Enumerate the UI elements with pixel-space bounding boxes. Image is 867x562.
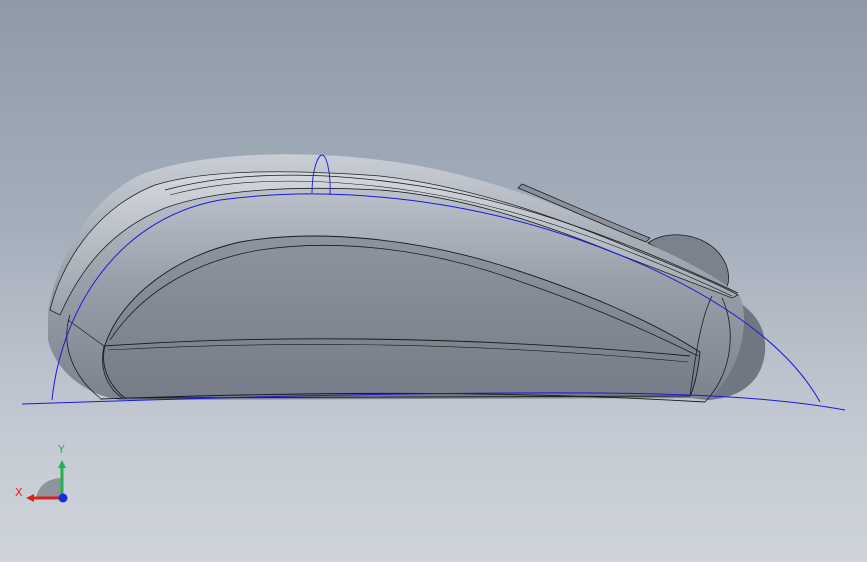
triad-shadow xyxy=(36,478,62,498)
coordinate-triad: X Y xyxy=(12,440,82,510)
y-arrowhead xyxy=(58,460,66,468)
mouse-model[interactable] xyxy=(0,0,867,562)
x-axis-label: X xyxy=(15,486,23,499)
x-arrowhead xyxy=(26,494,34,502)
triad-graphic xyxy=(26,460,68,503)
cad-viewport[interactable]: X Y xyxy=(0,0,867,562)
z-axis-dot xyxy=(58,493,68,503)
y-axis-label: Y xyxy=(58,443,65,456)
